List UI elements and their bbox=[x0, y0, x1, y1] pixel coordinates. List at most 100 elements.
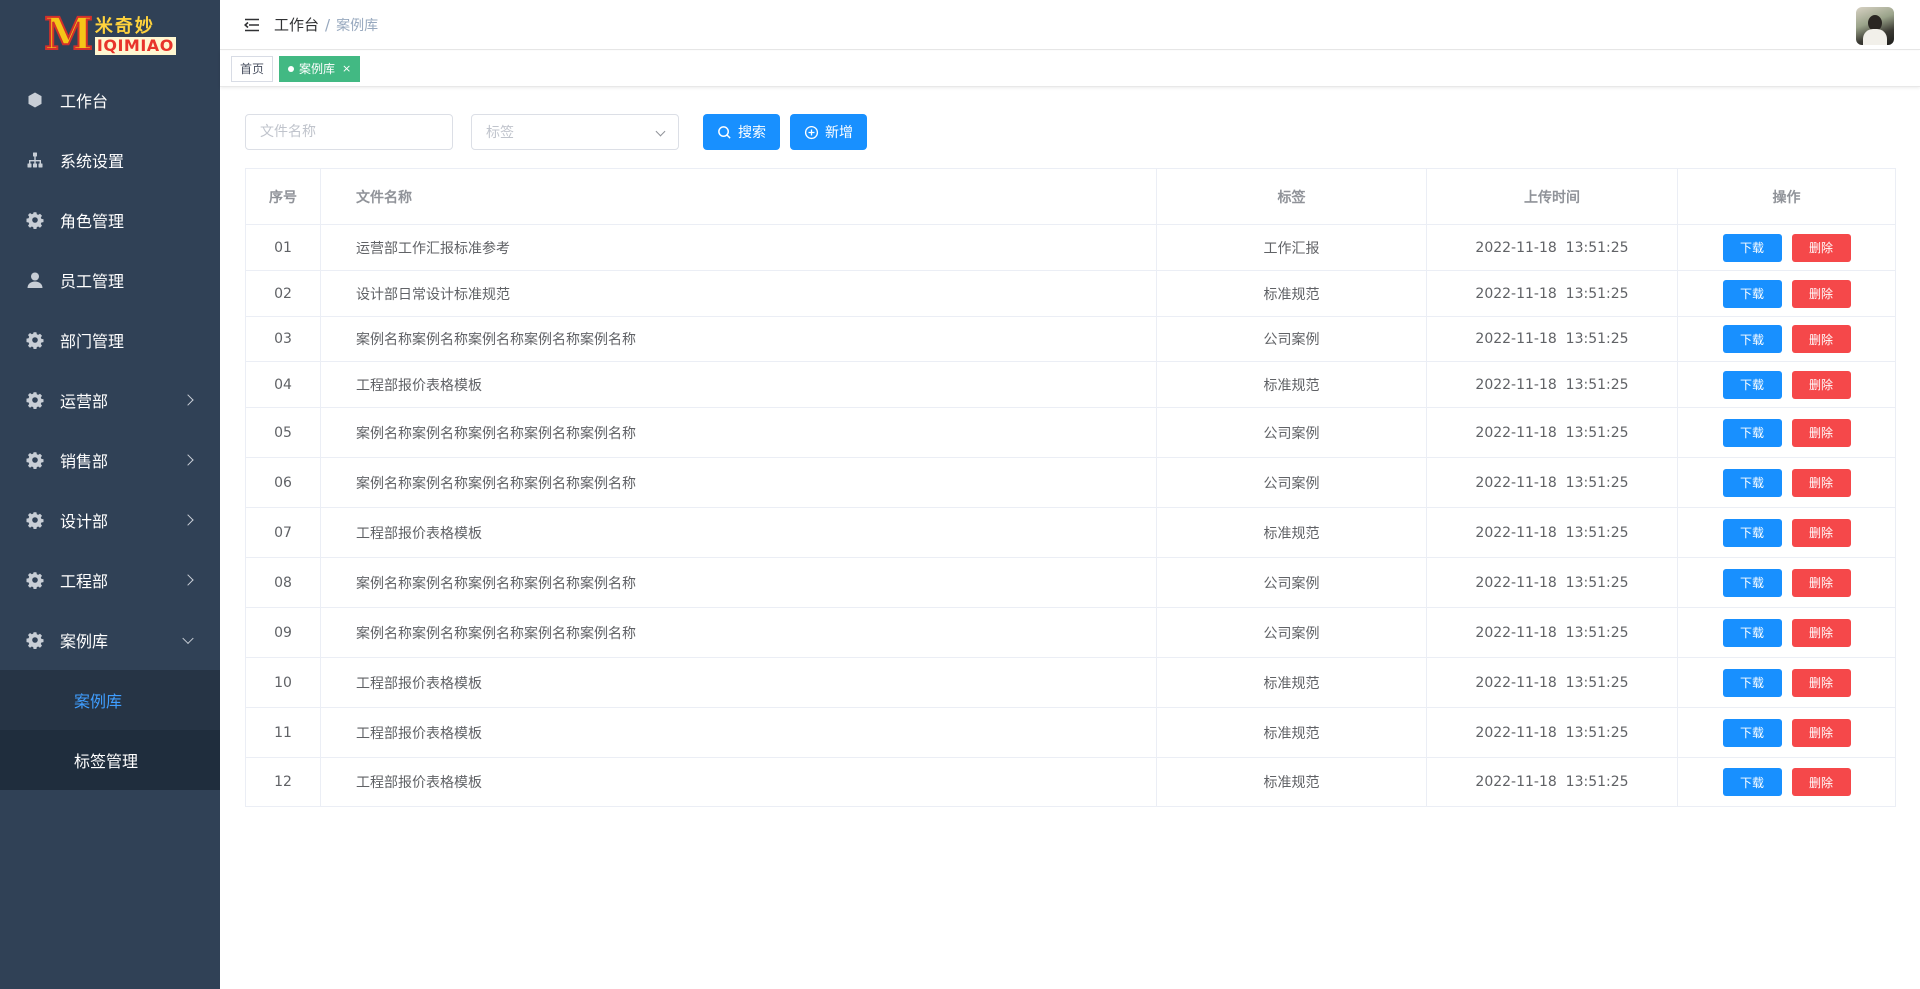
sidebar-item-1[interactable]: 工作台 bbox=[0, 70, 220, 130]
row-upload-time: 2022-11-18 13:51:25 bbox=[1426, 707, 1678, 758]
download-button[interactable]: 下载 bbox=[1722, 279, 1782, 308]
sidebar-item-3[interactable]: 角色管理 bbox=[0, 190, 220, 250]
row-upload-time: 2022-11-18 13:51:25 bbox=[1426, 224, 1678, 271]
row-actions-group: 下载 删除 bbox=[1678, 768, 1895, 796]
tag-select-placeholder: 标签 bbox=[486, 125, 514, 141]
logo-letter: M bbox=[43, 9, 94, 60]
download-button[interactable]: 下载 bbox=[1722, 370, 1782, 399]
table-row: 12 工程部报价表格模板 标准规范 2022-11-18 13:51:25 下载 删除 bbox=[245, 757, 1896, 807]
delete-button[interactable]: 删除 bbox=[1791, 279, 1851, 308]
delete-button[interactable]: 删除 bbox=[1791, 568, 1851, 597]
chevron-right-icon bbox=[182, 454, 194, 466]
delete-button[interactable]: 删除 bbox=[1791, 370, 1851, 399]
breadcrumb-home[interactable]: 工作台 bbox=[274, 14, 319, 35]
logo-mark: M 米奇妙 IQIMIAO bbox=[43, 9, 176, 60]
gear-icon bbox=[26, 391, 44, 409]
row-actions: 下载 删除 bbox=[1677, 457, 1896, 508]
gear-icon bbox=[26, 331, 44, 349]
tag-case-library[interactable]: 案例库 × bbox=[279, 55, 361, 82]
row-index: 12 bbox=[245, 757, 321, 807]
download-button[interactable]: 下载 bbox=[1722, 233, 1782, 262]
sidebar-subitem-2[interactable]: 标签管理 bbox=[0, 730, 220, 790]
row-actions: 下载 删除 bbox=[1677, 224, 1896, 271]
column-header-tag: 标签 bbox=[1156, 168, 1427, 225]
row-tag: 标准规范 bbox=[1156, 361, 1427, 408]
row-file-name: 工程部报价表格模板 bbox=[320, 361, 1157, 408]
row-file-name: 工程部报价表格模板 bbox=[320, 757, 1157, 807]
download-button[interactable]: 下载 bbox=[1722, 668, 1782, 697]
sidebar-item-8[interactable]: 设计部 bbox=[0, 490, 220, 550]
sidebar-subitem-1[interactable]: 案例库 bbox=[0, 670, 220, 730]
download-button[interactable]: 下载 bbox=[1722, 468, 1782, 497]
file-name-input[interactable] bbox=[245, 114, 453, 150]
delete-button[interactable]: 删除 bbox=[1791, 233, 1851, 262]
row-tag: 公司案例 bbox=[1156, 316, 1427, 362]
row-file-name: 案例名称案例名称案例名称案例名称案例名称 bbox=[320, 457, 1157, 508]
tag-case-library-label: 案例库 bbox=[299, 61, 336, 76]
download-button[interactable]: 下载 bbox=[1722, 418, 1782, 447]
delete-button[interactable]: 删除 bbox=[1791, 668, 1851, 697]
logo-cn: 米奇妙 bbox=[94, 16, 155, 37]
row-tag: 公司案例 bbox=[1156, 557, 1427, 608]
sidebar-item-10[interactable]: 案例库 bbox=[0, 610, 220, 670]
delete-button[interactable]: 删除 bbox=[1791, 418, 1851, 447]
sidebar-item-9[interactable]: 工程部 bbox=[0, 550, 220, 610]
row-actions-group: 下载 删除 bbox=[1678, 568, 1895, 597]
tag-select[interactable]: 标签 bbox=[471, 114, 679, 150]
table-header-row: 序号 文件名称 标签 上传时间 操作 bbox=[245, 168, 1896, 225]
row-file-name: 案例名称案例名称案例名称案例名称案例名称 bbox=[320, 607, 1157, 658]
breadcrumb-current: 案例库 bbox=[336, 17, 379, 34]
delete-button[interactable]: 删除 bbox=[1791, 718, 1851, 747]
add-button[interactable]: 新增 bbox=[790, 114, 867, 150]
row-tag: 标准规范 bbox=[1156, 707, 1427, 758]
sidebar-item-label: 案例库 bbox=[60, 632, 109, 651]
row-tag: 公司案例 bbox=[1156, 457, 1427, 508]
download-button[interactable]: 下载 bbox=[1722, 518, 1782, 547]
download-button[interactable]: 下载 bbox=[1722, 618, 1782, 647]
table-row: 10 工程部报价表格模板 标准规范 2022-11-18 13:51:25 下载 删除 bbox=[245, 657, 1896, 708]
delete-button[interactable]: 删除 bbox=[1791, 468, 1851, 497]
sidebar-item-label: 销售部 bbox=[60, 452, 109, 471]
delete-button[interactable]: 删除 bbox=[1791, 768, 1851, 796]
delete-button[interactable]: 删除 bbox=[1791, 325, 1851, 353]
row-index: 10 bbox=[245, 657, 321, 708]
sidebar-subitem-label: 标签管理 bbox=[74, 752, 139, 771]
row-actions-group: 下载 删除 bbox=[1678, 468, 1895, 497]
sidebar-item-7[interactable]: 销售部 bbox=[0, 430, 220, 490]
row-actions-group: 下载 删除 bbox=[1678, 325, 1895, 353]
sidebar-item-6[interactable]: 运营部 bbox=[0, 370, 220, 430]
filter-bar: 标签 搜索 新增 bbox=[245, 114, 867, 150]
row-actions-group: 下载 删除 bbox=[1678, 279, 1895, 308]
sidebar-item-label: 员工管理 bbox=[60, 272, 125, 291]
sidebar-item-4[interactable]: 员工管理 bbox=[0, 250, 220, 310]
row-actions-group: 下载 删除 bbox=[1678, 418, 1895, 447]
avatar[interactable] bbox=[1856, 7, 1894, 45]
sidebar-item-label: 运营部 bbox=[60, 392, 109, 411]
delete-button[interactable]: 删除 bbox=[1791, 518, 1851, 547]
row-actions-group: 下载 删除 bbox=[1678, 718, 1895, 747]
download-button[interactable]: 下载 bbox=[1722, 768, 1782, 796]
download-button[interactable]: 下载 bbox=[1722, 718, 1782, 747]
sidebar-item-2[interactable]: 系统设置 bbox=[0, 130, 220, 190]
gear-icon bbox=[26, 571, 44, 589]
delete-button[interactable]: 删除 bbox=[1791, 618, 1851, 647]
chevron-right-icon bbox=[182, 394, 194, 406]
row-index: 04 bbox=[245, 361, 321, 408]
logo[interactable]: M 米奇妙 IQIMIAO bbox=[0, 0, 220, 70]
row-index: 07 bbox=[245, 507, 321, 558]
row-index: 05 bbox=[245, 407, 321, 458]
download-button[interactable]: 下载 bbox=[1722, 325, 1782, 353]
row-tag: 公司案例 bbox=[1156, 407, 1427, 458]
close-icon[interactable]: × bbox=[342, 62, 351, 75]
row-actions-group: 下载 删除 bbox=[1678, 518, 1895, 547]
tag-home[interactable]: 首页 bbox=[231, 55, 274, 82]
row-index: 02 bbox=[245, 270, 321, 317]
hamburger-icon[interactable] bbox=[242, 15, 262, 35]
sidebar-item-5[interactable]: 部门管理 bbox=[0, 310, 220, 370]
user-icon bbox=[26, 271, 44, 289]
download-button[interactable]: 下载 bbox=[1722, 568, 1782, 597]
row-index: 09 bbox=[245, 607, 321, 658]
table-body: 01 运营部工作汇报标准参考 工作汇报 2022-11-18 13:51:25 下载 删除… bbox=[245, 224, 1896, 807]
row-upload-time: 2022-11-18 13:51:25 bbox=[1426, 270, 1678, 317]
search-button[interactable]: 搜索 bbox=[703, 114, 780, 150]
